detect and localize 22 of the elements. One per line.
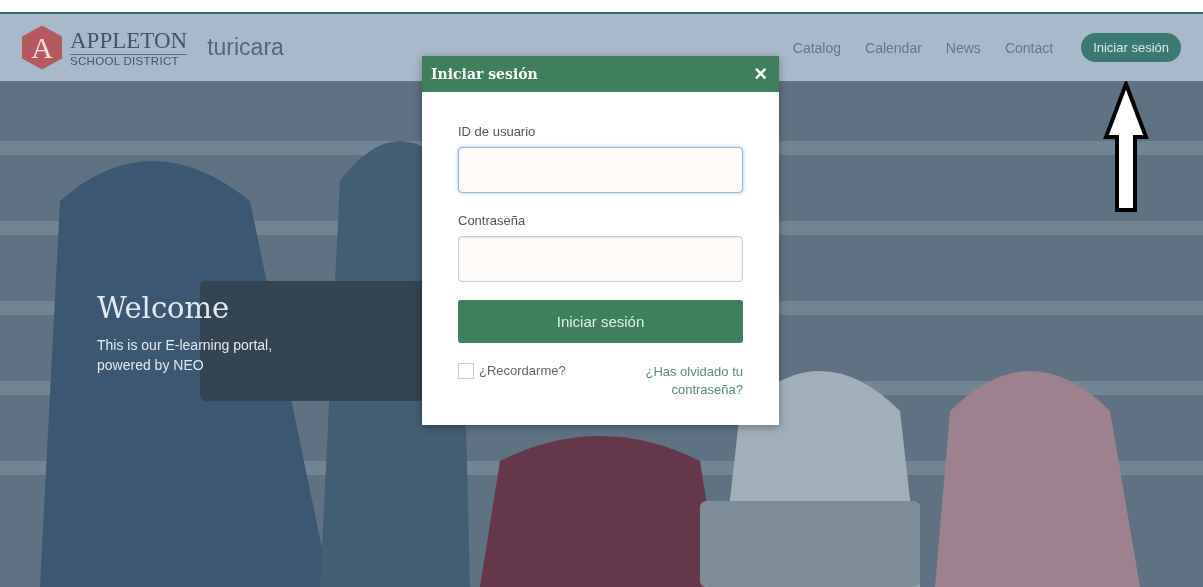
nav-link[interactable]: Contact	[1004, 39, 1054, 56]
close-button[interactable]: ×	[754, 63, 767, 85]
welcome-title: Welcome	[97, 291, 231, 325]
logo-name: APPLETON	[70, 28, 188, 55]
site-name: turicara	[207, 34, 284, 61]
logo-subtitle: SCHOOL DISTRICT	[70, 54, 180, 67]
input-field[interactable]	[458, 147, 743, 193]
submit-button[interactable]: Iniciar sesión	[458, 300, 743, 343]
forgot-password-link[interactable]: ¿Has olvidado tu contraseña?	[613, 363, 743, 400]
logo-badge: A	[22, 25, 62, 70]
field-label: Contraseña	[458, 213, 527, 228]
nav-link[interactable]: Catalog	[792, 39, 842, 56]
nav-link[interactable]: Calendar	[865, 39, 922, 56]
checkbox[interactable]	[458, 363, 474, 379]
dialog-title: Iniciar sesión	[431, 66, 538, 82]
welcome-text: This is our E-learning portal, powered by NEO	[97, 336, 274, 376]
login-button[interactable]: Iniciar sesión	[1081, 33, 1181, 62]
input-field[interactable]	[458, 236, 743, 282]
nav-link[interactable]: News	[945, 39, 981, 56]
arrow-icon	[1103, 81, 1149, 213]
remember-label: ¿Recordarme?	[479, 363, 566, 378]
field-label: ID de usuario	[458, 124, 537, 139]
